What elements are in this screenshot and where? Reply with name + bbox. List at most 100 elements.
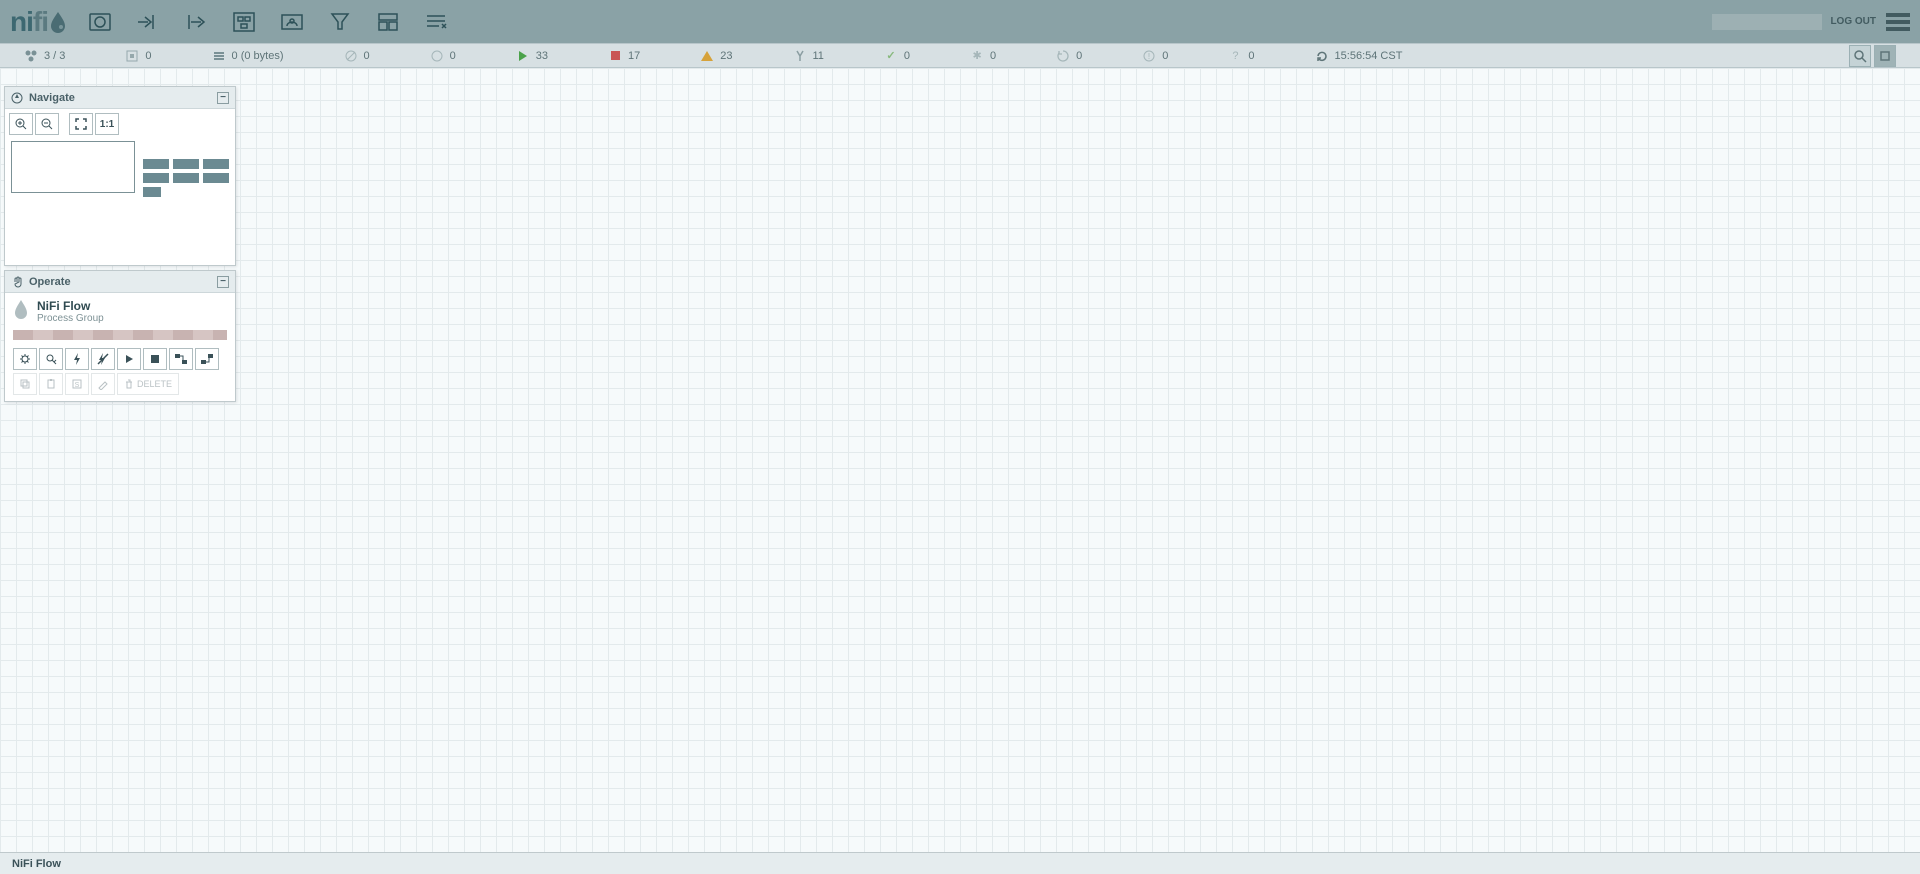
add-output-port-button[interactable]: [174, 3, 218, 41]
status-stopped-value: 17: [628, 50, 640, 62]
status-refresh-time: 15:56:54 CST: [1335, 50, 1403, 62]
status-transmitting-inactive: 0: [430, 49, 456, 63]
status-running: 33: [516, 49, 548, 63]
status-invalid: 23: [700, 49, 732, 63]
navigate-panel: Navigate − 1:1: [4, 86, 236, 266]
status-sync-fail: ! 0: [1142, 49, 1168, 63]
status-disabled: 11: [793, 49, 824, 63]
enable-button[interactable]: [65, 348, 89, 370]
operate-panel-header: Operate −: [5, 271, 235, 293]
compass-icon: [11, 92, 23, 104]
svg-text:S: S: [75, 382, 80, 389]
refresh-icon[interactable]: [1315, 49, 1329, 63]
navigate-panel-header: Navigate −: [5, 87, 235, 109]
status-stale: 0: [1056, 49, 1082, 63]
locally-mod-icon: ✱: [970, 49, 984, 63]
status-nodes: 3 / 3: [24, 49, 65, 63]
status-transmitting-disabled-value: 0: [364, 50, 370, 62]
status-unknown-value: 0: [1248, 50, 1254, 62]
status-bar: 3 / 3 0 0 (0 bytes) 0 0 33 17 23 11 ✓ 0 …: [0, 43, 1920, 68]
header-toolbar: nifi LOG OUT: [0, 0, 1920, 43]
add-processor-button[interactable]: [78, 3, 122, 41]
breadcrumb-bar: NiFi Flow: [0, 852, 1920, 874]
paste-button: [39, 373, 63, 395]
disable-transmission-button[interactable]: [195, 348, 219, 370]
add-template-button[interactable]: [366, 3, 410, 41]
zoom-fit-button[interactable]: [69, 113, 93, 135]
status-stopped: 17: [608, 49, 640, 63]
status-locally-modified: ✱ 0: [970, 49, 996, 63]
add-label-button[interactable]: [414, 3, 458, 41]
global-menu-button[interactable]: [1886, 10, 1910, 34]
transmit-icon: [430, 49, 444, 63]
transmit-off-icon: [344, 49, 358, 63]
operate-flow-id: [13, 330, 227, 340]
check-icon: ✓: [884, 49, 898, 63]
status-refresh: 15:56:54 CST: [1315, 49, 1403, 63]
zoom-in-button[interactable]: [9, 113, 33, 135]
cluster-icon: [24, 49, 38, 63]
breadcrumb-root[interactable]: NiFi Flow: [12, 858, 61, 870]
minimap-nodes: [143, 159, 229, 201]
access-policies-button[interactable]: [39, 348, 63, 370]
operate-collapse-button[interactable]: −: [217, 276, 229, 288]
logout-link[interactable]: LOG OUT: [1830, 16, 1876, 27]
disable-button[interactable]: [91, 348, 115, 370]
minimap-viewport[interactable]: [11, 141, 135, 193]
enable-transmission-button[interactable]: [169, 348, 193, 370]
status-threads: 0: [125, 49, 151, 63]
navigate-title: Navigate: [29, 92, 75, 104]
stale-icon: [1056, 49, 1070, 63]
start-button[interactable]: [117, 348, 141, 370]
status-invalid-value: 23: [720, 50, 732, 62]
navigate-minimap[interactable]: [11, 141, 229, 261]
status-transmitting-disabled: 0: [344, 49, 370, 63]
status-queued-value: 0 (0 bytes): [232, 50, 284, 62]
status-stale-value: 0: [1076, 50, 1082, 62]
add-input-port-button[interactable]: [126, 3, 170, 41]
status-transmitting-inactive-value: 0: [450, 50, 456, 62]
zoom-out-button[interactable]: [35, 113, 59, 135]
sync-fail-icon: !: [1142, 49, 1156, 63]
trash-icon: [124, 379, 134, 389]
copy-button: [13, 373, 37, 395]
hand-icon: [11, 276, 23, 288]
running-icon: [516, 49, 530, 63]
operate-flow-name: NiFi Flow: [37, 299, 104, 313]
delete-label: DELETE: [137, 379, 172, 389]
status-running-value: 33: [536, 50, 548, 62]
operate-flow-type: Process Group: [37, 313, 104, 324]
unknown-icon: ?: [1228, 49, 1242, 63]
color-button: [91, 373, 115, 395]
nifi-logo: nifi: [10, 6, 68, 38]
bulletin-button[interactable]: [1874, 45, 1896, 67]
flow-canvas[interactable]: [0, 68, 1920, 852]
operate-panel: Operate − NiFi Flow Process Group S: [4, 270, 236, 402]
svg-text:!: !: [1148, 52, 1150, 61]
add-process-group-button[interactable]: [222, 3, 266, 41]
configure-button[interactable]: [13, 348, 37, 370]
status-disabled-value: 11: [813, 50, 824, 62]
status-uptodate-value: 0: [904, 50, 910, 62]
status-queued: 0 (0 bytes): [212, 49, 284, 63]
group-button: S: [65, 373, 89, 395]
status-nodes-value: 3 / 3: [44, 50, 65, 62]
add-funnel-button[interactable]: [318, 3, 362, 41]
process-group-drop-icon: [13, 299, 29, 322]
status-uptodate: ✓ 0: [884, 49, 910, 63]
invalid-icon: [700, 49, 714, 63]
threads-icon: [125, 49, 139, 63]
status-sync-fail-value: 0: [1162, 50, 1168, 62]
status-unknown: ? 0: [1228, 49, 1254, 63]
operate-title: Operate: [29, 276, 71, 288]
add-remote-process-group-button[interactable]: [270, 3, 314, 41]
user-name-placeholder: [1712, 14, 1822, 30]
status-threads-value: 0: [145, 50, 151, 62]
stopped-icon: [608, 49, 622, 63]
queue-icon: [212, 49, 226, 63]
zoom-actual-button[interactable]: 1:1: [95, 113, 119, 135]
search-button[interactable]: [1849, 45, 1871, 67]
navigate-collapse-button[interactable]: −: [217, 92, 229, 104]
stop-button[interactable]: [143, 348, 167, 370]
delete-button: DELETE: [117, 373, 179, 395]
